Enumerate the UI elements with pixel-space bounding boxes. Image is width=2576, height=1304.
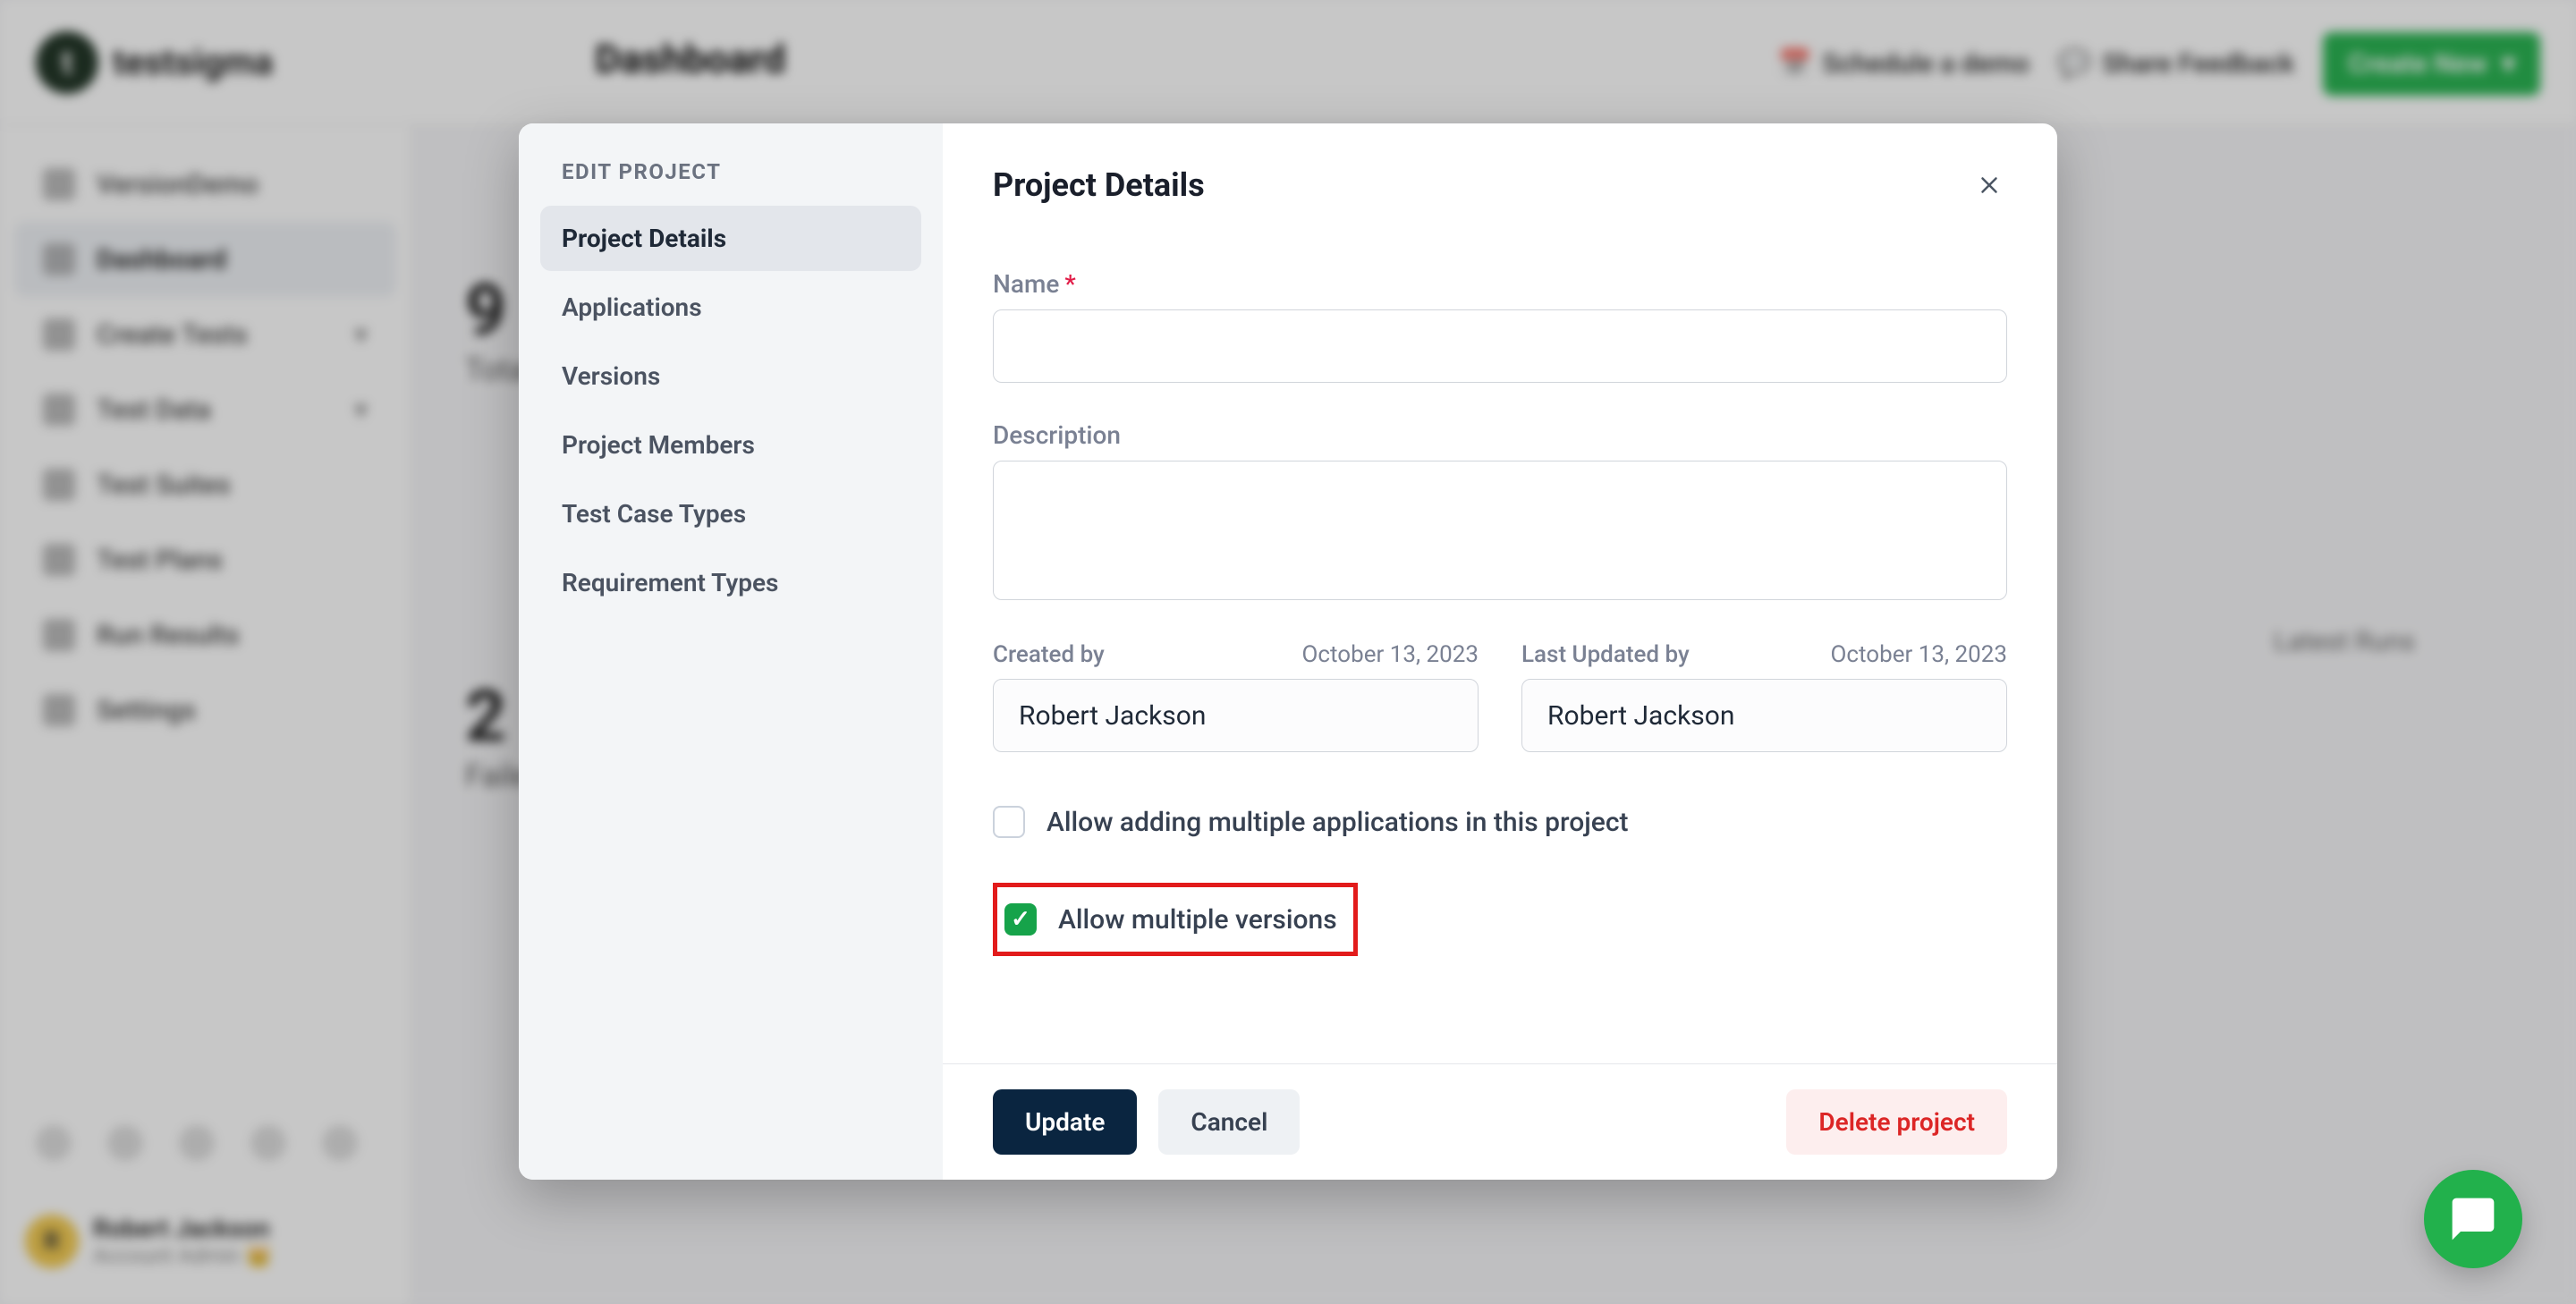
allow-multi-versions-label: Allow multiple versions <box>1058 904 1337 936</box>
allow-multi-apps-checkbox[interactable] <box>993 806 1025 838</box>
allow-multi-apps-row: Allow adding multiple applications in th… <box>993 797 2007 847</box>
chat-icon <box>2448 1194 2498 1244</box>
updated-by-label: Last Updated by <box>1521 641 1690 668</box>
close-icon <box>1976 172 2003 199</box>
close-button[interactable] <box>1971 167 2007 203</box>
nav-item-requirement-types[interactable]: Requirement Types <box>540 550 921 615</box>
created-by-value: Robert Jackson <box>993 679 1479 752</box>
created-by-label: Created by <box>993 641 1105 668</box>
updated-by-value: Robert Jackson <box>1521 679 2007 752</box>
edit-project-modal: Edit Project Project Details Application… <box>519 123 2057 1180</box>
allow-multi-versions-checkbox[interactable] <box>1004 903 1037 936</box>
modal-overlay: Edit Project Project Details Application… <box>0 0 2576 1304</box>
updated-by-date: October 13, 2023 <box>1831 641 2007 668</box>
name-label: Name * <box>993 269 2007 299</box>
nav-item-test-case-types[interactable]: Test Case Types <box>540 481 921 546</box>
description-label: Description <box>993 420 2007 450</box>
modal-nav-heading: Edit Project <box>540 159 921 206</box>
description-input[interactable] <box>993 461 2007 600</box>
nav-item-versions[interactable]: Versions <box>540 343 921 409</box>
required-indicator: * <box>1064 269 1075 299</box>
delete-project-button[interactable]: Delete project <box>1786 1089 2007 1155</box>
chat-fab[interactable] <box>2424 1170 2522 1268</box>
cancel-button[interactable]: Cancel <box>1158 1089 1300 1155</box>
modal-footer: Update Cancel Delete project <box>943 1063 2057 1180</box>
nav-item-project-members[interactable]: Project Members <box>540 412 921 478</box>
modal-title: Project Details <box>993 166 1205 204</box>
nav-item-project-details[interactable]: Project Details <box>540 206 921 271</box>
name-input[interactable] <box>993 309 2007 383</box>
modal-header: Project Details <box>943 123 2057 241</box>
modal-side-nav: Edit Project Project Details Application… <box>519 123 943 1180</box>
update-button[interactable]: Update <box>993 1089 1137 1155</box>
highlight-annotation: Allow multiple versions <box>993 883 1358 956</box>
nav-item-applications[interactable]: Applications <box>540 275 921 340</box>
allow-multi-apps-label: Allow adding multiple applications in th… <box>1046 807 1628 838</box>
created-by-date: October 13, 2023 <box>1302 641 1479 668</box>
